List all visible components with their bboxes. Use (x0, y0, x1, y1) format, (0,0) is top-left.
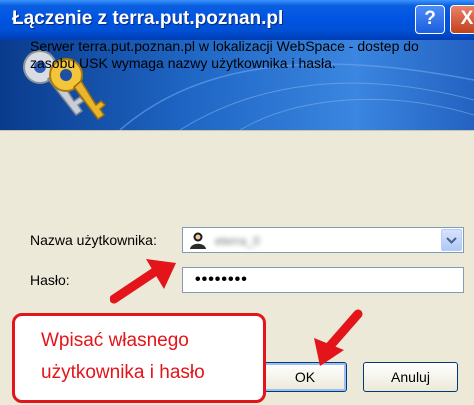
username-value: eterra_0 (215, 234, 260, 248)
annotation-callout: Wpisać własnego użytkownika i hasło (12, 313, 266, 403)
chevron-down-icon (446, 237, 457, 244)
combobox-dropdown-button[interactable] (441, 229, 462, 251)
annotation-line-1: Wpisać własnego (41, 330, 189, 351)
username-combobox[interactable]: eterra_0 (182, 227, 464, 253)
arrow-icon (314, 309, 363, 366)
dialog-message: Serwer terra.put.poznan.pl w lokalizacji… (30, 38, 419, 71)
close-button[interactable]: X (450, 5, 474, 34)
user-icon (190, 232, 206, 249)
login-dialog: Łączenie z terra.put.poznan.pl ? X Serwe… (0, 0, 474, 405)
password-value: •••••••• (195, 271, 248, 288)
help-button[interactable]: ? (415, 5, 445, 34)
annotation-line-2: użytkownika i hasło (41, 362, 205, 383)
window-title: Łączenie z terra.put.poznan.pl (12, 8, 284, 29)
cancel-button[interactable]: Anuluj (363, 362, 458, 392)
username-label: Nazwa użytkownika: (30, 232, 157, 248)
password-field[interactable]: •••••••• (182, 267, 464, 293)
password-label: Hasło: (30, 272, 70, 288)
arrow-icon (110, 259, 176, 304)
title-bar[interactable]: Łączenie z terra.put.poznan.pl ? X (0, 0, 474, 40)
